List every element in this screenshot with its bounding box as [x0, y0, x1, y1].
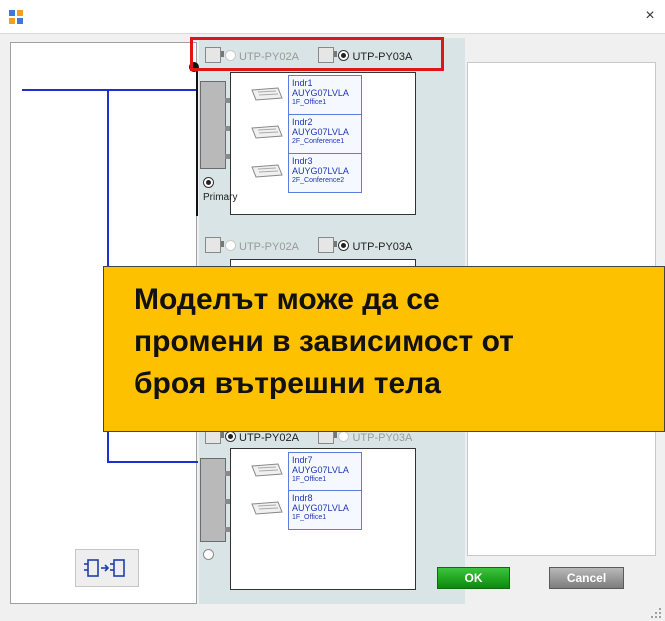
connection-line — [22, 89, 198, 91]
outdoor-unit-icon — [205, 47, 224, 63]
group1-radio-a[interactable] — [225, 50, 236, 61]
title-bar: × — [0, 0, 665, 34]
outdoor-unit[interactable] — [200, 81, 230, 169]
group3-option-a-label: UTP-PY02A — [239, 432, 299, 444]
callout-line-3: броя вътрешни тела — [134, 367, 441, 400]
group1-radio-b[interactable] — [338, 50, 350, 61]
outdoor-unit[interactable] — [200, 458, 230, 542]
cassette-unit-icon — [251, 87, 283, 101]
indoor-model: AUYG07LVLA — [292, 465, 349, 475]
callout-banner: Моделът може да се промени в зависимост … — [103, 266, 665, 432]
indoor-zone: 1F_Office1 — [292, 99, 327, 106]
indoor-zone: 2F_Conference1 — [292, 138, 345, 145]
cancel-button[interactable]: Cancel — [549, 567, 624, 589]
outdoor-unit-icon — [318, 237, 338, 253]
cassette-unit-icon — [251, 501, 283, 515]
indoor-zone: 2F_Conference2 — [292, 177, 345, 184]
close-icon[interactable]: × — [640, 6, 660, 26]
app-window-icon — [9, 10, 23, 24]
indoor-unit-card[interactable]: Indr8 AUYG07LVLA 1F_Office1 — [288, 490, 362, 530]
connection-line — [107, 461, 198, 463]
indoor-unit-card[interactable]: Indr2 AUYG07LVLA 2F_Conference1 — [288, 114, 362, 154]
indoor-name: Indr2 — [292, 117, 313, 127]
swap-units-icon — [84, 559, 125, 577]
primary-selector[interactable] — [203, 546, 217, 564]
callout-line-2: промени в зависимост от — [134, 325, 514, 358]
indoor-model: AUYG07LVLA — [292, 503, 349, 513]
indoor-model: AUYG07LVLA — [292, 88, 349, 98]
group-connector — [196, 66, 198, 216]
indoor-name: Indr8 — [292, 493, 313, 503]
cassette-unit-icon — [251, 125, 283, 139]
group2-radio-a[interactable] — [225, 240, 236, 251]
indoor-name: Indr1 — [292, 78, 313, 88]
primary-selector[interactable]: Primary — [203, 174, 243, 203]
indoor-model: AUYG07LVLA — [292, 166, 349, 176]
cassette-unit-icon — [251, 164, 283, 178]
swap-units-button[interactable] — [75, 549, 139, 587]
group3-option-b-label: UTP-PY03A — [352, 432, 413, 444]
callout-line-1: Моделът може да се — [134, 283, 440, 316]
resize-grip-icon[interactable] — [650, 607, 662, 619]
group2-model-selector: UTP-PY02A UTP-PY03A — [205, 237, 440, 257]
group2-radio-b[interactable] — [338, 240, 350, 251]
ok-button[interactable]: OK — [437, 567, 510, 589]
indoor-model: AUYG07LVLA — [292, 127, 349, 137]
group2-option-b-label: UTP-PY03A — [352, 241, 413, 253]
primary-radio[interactable] — [203, 549, 214, 560]
primary-label: Primary — [203, 192, 238, 203]
group3-radio-a[interactable] — [225, 431, 236, 442]
primary-radio[interactable] — [203, 177, 214, 188]
group2-option-a-label: UTP-PY02A — [239, 241, 299, 253]
indoor-unit-card[interactable]: Indr7 AUYG07LVLA 1F_Office1 — [288, 452, 362, 492]
group3-radio-b[interactable] — [338, 431, 350, 442]
outdoor-unit-icon — [318, 47, 338, 63]
group1-option-b-label: UTP-PY03A — [352, 51, 413, 63]
outdoor-unit-icon — [205, 237, 224, 253]
indoor-unit-card[interactable]: Indr1 AUYG07LVLA 1F_Office1 — [288, 75, 362, 115]
group1-model-selector: UTP-PY02A UTP-PY03A — [205, 47, 440, 67]
indoor-name: Indr7 — [292, 455, 313, 465]
indoor-name: Indr3 — [292, 156, 313, 166]
indoor-zone: 1F_Office1 — [292, 514, 327, 521]
indoor-unit-card[interactable]: Indr3 AUYG07LVLA 2F_Conference2 — [288, 153, 362, 193]
indoor-zone: 1F_Office1 — [292, 476, 327, 483]
cassette-unit-icon — [251, 463, 283, 477]
group1-option-a-label: UTP-PY02A — [239, 51, 299, 63]
